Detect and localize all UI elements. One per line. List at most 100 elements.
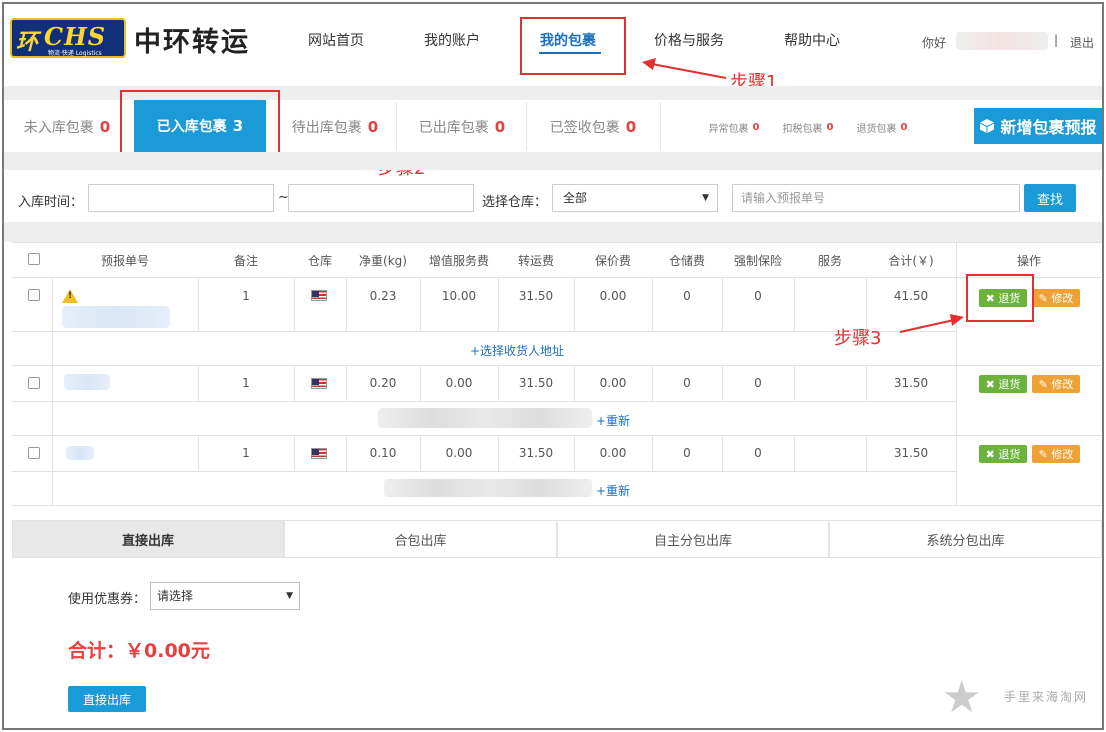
reselect-address-link[interactable]: +重新 (596, 412, 630, 429)
caret-down-icon: ▼ (286, 591, 293, 601)
col-remark: 备注 (233, 253, 258, 268)
username-blurred (956, 32, 1048, 50)
tab-direct-out[interactable]: 直接出库 (12, 520, 284, 558)
tab-count: 0 (494, 118, 506, 136)
address-blurred (378, 408, 592, 428)
date-start-input[interactable] (88, 184, 274, 212)
col-divider (956, 242, 957, 506)
row-value-added: 0.00 (445, 446, 473, 460)
row-checkbox[interactable] (28, 447, 40, 459)
row-divider (12, 471, 956, 472)
us-flag-icon (311, 378, 327, 389)
gray-band (4, 222, 1102, 242)
coupon-select[interactable]: 请选择 ▼ (150, 582, 300, 610)
new-package-forecast-button[interactable]: 新增包裹预报 (974, 108, 1102, 144)
logo-chs: CHS (44, 22, 107, 51)
row-weight: 0.10 (369, 446, 397, 460)
edit-icon: ✎ (1038, 447, 1052, 461)
row-remark: 1 (242, 446, 250, 460)
step1-highlight-box (520, 17, 626, 75)
tab-count: 0 (99, 118, 111, 136)
return-button[interactable]: ✖ 退货 (979, 375, 1027, 393)
row-weight: 0.23 (369, 289, 397, 303)
select-all-checkbox[interactable] (28, 253, 40, 265)
row-value-added: 0.00 (445, 376, 473, 390)
search-button[interactable]: 查找 (1024, 184, 1076, 212)
watermark-star-icon: ★ (942, 672, 982, 723)
nav-account[interactable]: 我的账户 (424, 30, 480, 50)
reselect-address-link[interactable]: +重新 (596, 482, 630, 499)
edit-button[interactable]: ✎ 修改 (1032, 445, 1080, 463)
tab-signed[interactable]: 已签收包裹 0 (528, 100, 658, 154)
row-divider (12, 401, 956, 402)
forecast-number-input[interactable]: 请输入预报单号 (732, 184, 1020, 212)
col-divider (294, 278, 295, 331)
col-divider (52, 278, 53, 506)
row-forced-insurance: 0 (754, 446, 762, 460)
return-label: 退货 (998, 378, 1021, 391)
row-value-added: 10.00 (441, 289, 477, 303)
tab-abnormal[interactable]: 异常包裹 0 (700, 100, 768, 154)
col-insurance-fee: 保价费 (594, 253, 631, 268)
col-weight: 净重(kg) (359, 253, 407, 268)
row-storage: 0 (683, 446, 691, 460)
tab-shipped[interactable]: 已出库包裹 0 (398, 100, 526, 154)
warehouse-label: 选择仓库： (482, 195, 548, 210)
us-flag-icon (311, 290, 327, 301)
tab-combine-out[interactable]: 合包出库 (284, 520, 557, 558)
col-storage: 仓储费 (668, 253, 705, 268)
logout-link[interactable]: 退出 (1070, 34, 1094, 51)
step3-label: 步骤3 (834, 328, 882, 349)
date-end-input[interactable] (288, 184, 474, 212)
caret-down-icon: ▼ (702, 193, 709, 203)
tab-system-split-out[interactable]: 系统分包出库 (829, 520, 1102, 558)
tab-divider (660, 102, 661, 150)
tab-count: 0 (826, 121, 834, 133)
logo[interactable]: 环 CHS 物流·快递 Logistics (10, 18, 126, 58)
edit-label: 修改 (1051, 292, 1074, 305)
tab-count: 0 (367, 118, 379, 136)
tab-returned[interactable]: 退货包裹 0 (848, 100, 916, 154)
close-icon: ✖ (985, 447, 999, 461)
nav-home[interactable]: 网站首页 (308, 30, 364, 50)
row-storage: 0 (683, 289, 691, 303)
nav-help[interactable]: 帮助中心 (784, 30, 840, 50)
tab-tax[interactable]: 扣税包裹 0 (774, 100, 842, 154)
row-checkbox[interactable] (28, 377, 40, 389)
row-insurance-fee: 0.00 (599, 289, 627, 303)
total-amount: 合计：￥0.00元 (68, 640, 210, 662)
warehouse-select[interactable]: 全部 ▼ (552, 184, 718, 212)
return-button[interactable]: ✖ 退货 (979, 445, 1027, 463)
nav-pricing[interactable]: 价格与服务 (654, 30, 724, 50)
step3-highlight-box (966, 274, 1034, 322)
tab-pending-out[interactable]: 待出库包裹 0 (276, 100, 394, 154)
forecast-number-blurred[interactable] (64, 374, 110, 390)
tab-label: 已签收包裹 (549, 120, 620, 136)
tab-label: 扣税包裹 (782, 123, 823, 135)
edit-label: 修改 (1051, 448, 1074, 461)
forecast-number-blurred[interactable] (66, 446, 94, 460)
us-flag-icon (311, 448, 327, 459)
col-freight: 转运费 (517, 253, 554, 268)
tab-label: 退货包裹 (856, 123, 897, 135)
row-divider (12, 505, 1102, 506)
col-value-added: 增值服务费 (428, 253, 489, 268)
col-divider (294, 435, 295, 471)
tab-count: 0 (625, 118, 637, 136)
date-label: 入库时间： (18, 195, 84, 210)
forecast-number-blurred[interactable] (62, 306, 170, 328)
edit-button[interactable]: ✎ 修改 (1032, 289, 1080, 307)
tab-not-in-stock[interactable]: 未入库包裹 0 (12, 100, 122, 154)
row-insurance-fee: 0.00 (599, 446, 627, 460)
warehouse-value: 全部 (563, 191, 588, 205)
direct-out-button[interactable]: 直接出库 (68, 686, 146, 712)
row-total: 41.50 (893, 289, 929, 303)
row-checkbox[interactable] (28, 289, 40, 301)
tab-label: 已出库包裹 (418, 120, 489, 136)
edit-button[interactable]: ✎ 修改 (1032, 375, 1080, 393)
tab-self-split-out[interactable]: 自主分包出库 (557, 520, 829, 558)
tab-count: 0 (900, 121, 908, 133)
tab-label: 未入库包裹 (23, 120, 94, 136)
select-address-link[interactable]: +选择收货人地址 (470, 342, 564, 359)
watermark-text: 手里来海淘网 (1004, 690, 1089, 704)
